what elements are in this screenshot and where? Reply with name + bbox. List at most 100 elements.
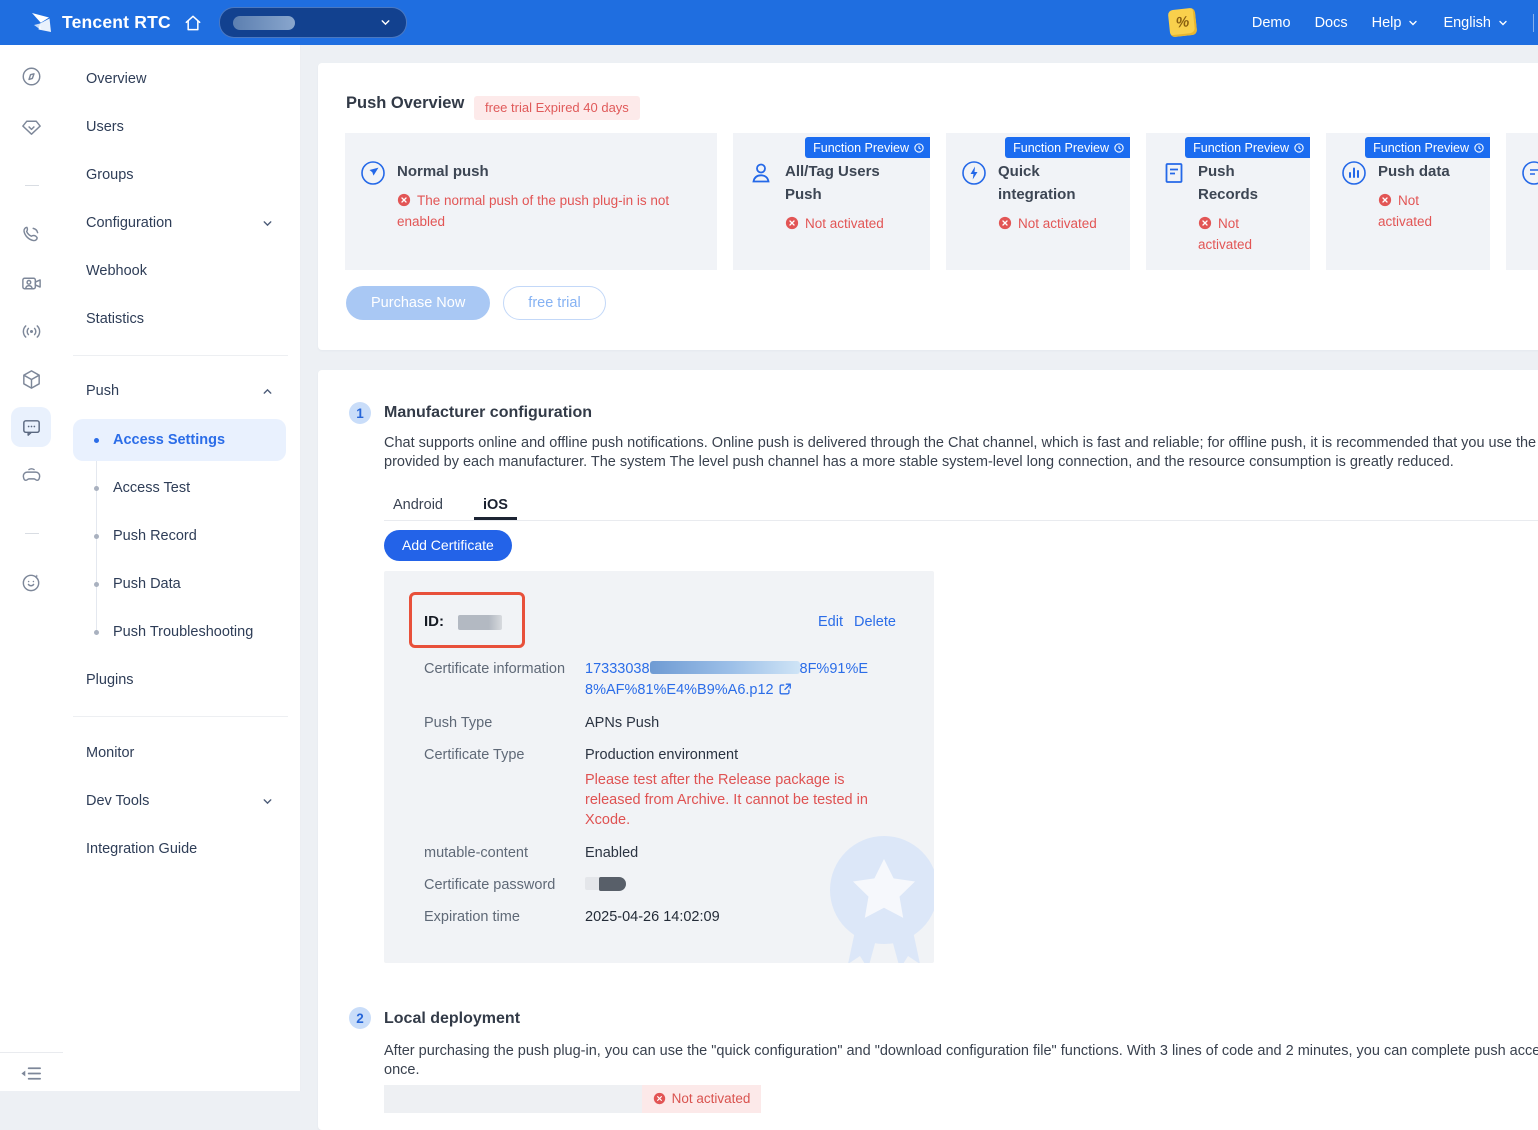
feature-card-title: Quick integration — [998, 160, 1116, 206]
step-2-description-line2: once. — [384, 1061, 419, 1080]
clock-icon — [1473, 142, 1485, 154]
brand-name: Tencent RTC — [62, 12, 171, 33]
step-2-description-line1: After purchasing the push plug-in, you c… — [384, 1042, 1538, 1061]
feature-card-title: Push data — [1378, 160, 1476, 183]
add-certificate-button[interactable]: Add Certificate — [384, 530, 512, 561]
feature-card-status: Not activated — [998, 213, 1116, 234]
rail-item-live[interactable] — [11, 311, 51, 351]
page-title: Push Overview — [346, 94, 464, 113]
user-icon — [748, 160, 774, 186]
paper-plane-icon — [360, 160, 386, 186]
mutable-content-value: Enabled — [585, 843, 638, 864]
certificate-type-warning: Please test after the Release package is… — [585, 770, 880, 830]
error-circle-icon — [998, 216, 1012, 230]
delete-link[interactable]: Delete — [854, 614, 896, 630]
rail-divider — [25, 533, 39, 534]
feature-card-push-data: Function Preview Push data Not activated — [1326, 133, 1490, 270]
lightning-icon — [961, 160, 987, 186]
rail-item-video[interactable] — [11, 263, 51, 303]
feature-card-status: Not activated — [1198, 213, 1296, 255]
rail-item-membership[interactable] — [11, 107, 51, 147]
home-icon[interactable] — [183, 13, 203, 33]
error-circle-icon — [1198, 216, 1212, 230]
bullet-icon — [94, 534, 99, 539]
rail-item-game[interactable] — [11, 455, 51, 495]
push-overview-card: Push Overview free trial Expired 40 days… — [318, 63, 1538, 350]
rail-item-sdk[interactable] — [11, 359, 51, 399]
local-deployment-partial-row: Not activated — [384, 1085, 761, 1113]
sidebar-item-access-test[interactable]: Access Test — [73, 467, 286, 509]
redacted-certificate-id — [458, 615, 502, 630]
sidebar-item-users[interactable]: Users — [63, 103, 300, 151]
nav-help[interactable]: Help — [1372, 15, 1420, 31]
chat-bubble-icon — [20, 416, 43, 439]
feature-card-quick-integration: Function Preview Quick integration Not a… — [946, 133, 1130, 270]
clock-icon — [913, 142, 925, 154]
rail-item-chat-active[interactable] — [11, 407, 51, 447]
sidebar-item-configuration[interactable]: Configuration — [63, 199, 300, 247]
sidebar-item-integration-guide[interactable]: Integration Guide — [63, 825, 300, 873]
tab-ios[interactable]: iOS — [483, 497, 508, 513]
broadcast-icon — [20, 320, 43, 343]
step-2-badge: 2 — [349, 1007, 371, 1029]
sidebar-item-groups[interactable]: Groups — [63, 151, 300, 199]
chevron-down-icon — [261, 795, 274, 808]
error-circle-icon — [397, 193, 411, 207]
expiration-time-label: Expiration time — [424, 907, 574, 927]
step-1-badge: 1 — [349, 402, 371, 424]
push-type-label: Push Type — [424, 713, 574, 733]
rail-divider — [25, 185, 39, 186]
sidebar-item-overview[interactable]: Overview — [63, 55, 300, 103]
sidebar-menu: Overview Users Groups Configuration Webh… — [63, 45, 301, 1091]
sidebar-item-monitor[interactable]: Monitor — [63, 729, 300, 777]
error-circle-icon — [1378, 193, 1392, 207]
sidebar-item-dev-tools[interactable]: Dev Tools — [63, 777, 300, 825]
certificate-medal-watermark-icon — [814, 833, 934, 963]
chevron-up-icon — [261, 385, 274, 398]
feature-card-title: Normal push — [397, 160, 703, 183]
rail-item-overview[interactable] — [11, 56, 51, 96]
purchase-now-button[interactable]: Purchase Now — [346, 286, 490, 320]
sidebar-item-webhook[interactable]: Webhook — [63, 247, 300, 295]
clock-icon — [1293, 142, 1305, 154]
collapse-sidebar-icon — [20, 1062, 43, 1085]
partial-row-cell — [384, 1085, 642, 1113]
sidebar-item-access-settings[interactable]: Access Settings — [73, 419, 286, 461]
sidebar-item-push-record[interactable]: Push Record — [73, 515, 286, 557]
rail-item-call[interactable] — [11, 214, 51, 254]
sidebar-item-push[interactable]: Push — [63, 367, 300, 415]
sdkappid-dropdown[interactable] — [219, 7, 407, 38]
nav-language[interactable]: English — [1443, 15, 1509, 31]
coupon-icon[interactable]: % — [1168, 8, 1198, 38]
bar-chart-icon — [1341, 160, 1367, 186]
certificate-password-value — [585, 875, 626, 896]
sidebar-item-push-data[interactable]: Push Data — [73, 563, 286, 605]
configuration-card: 1 Manufacturer configuration Chat suppor… — [318, 370, 1538, 1130]
cube-icon — [20, 368, 43, 391]
clock-icon — [1113, 142, 1125, 154]
error-circle-icon — [653, 1092, 666, 1105]
certificate-file-link[interactable]: 173330388F%91%E8%AF%81%E4%B9%A6.p12 — [585, 659, 880, 701]
diamond-icon — [20, 116, 43, 139]
trial-expired-badge: free trial Expired 40 days — [474, 96, 640, 120]
tab-android[interactable]: Android — [393, 497, 443, 513]
step-2-title: Local deployment — [384, 1010, 520, 1028]
sidebar-item-push-troubleshooting[interactable]: Push Troubleshooting — [73, 611, 286, 653]
feature-card-push-records: Function Preview Push Records Not activa… — [1146, 133, 1310, 270]
step-1-title: Manufacturer configuration — [384, 404, 592, 422]
nav-docs[interactable]: Docs — [1315, 15, 1348, 31]
nav-demo[interactable]: Demo — [1252, 15, 1291, 31]
free-trial-button[interactable]: free trial — [503, 286, 605, 320]
sidebar-collapse-button[interactable] — [11, 1053, 51, 1093]
compass-icon — [20, 65, 43, 88]
chevron-down-icon — [261, 217, 274, 230]
sidebar-item-statistics[interactable]: Statistics — [63, 295, 300, 343]
redacted-app-name — [233, 16, 295, 30]
edit-link[interactable]: Edit — [818, 614, 843, 630]
feature-card-partial — [1506, 133, 1538, 270]
sidebar-item-plugins[interactable]: Plugins — [63, 656, 300, 704]
certificate-type-value: Production environment — [585, 745, 738, 766]
chevron-down-icon — [379, 16, 392, 29]
rail-item-feedback[interactable] — [11, 562, 51, 602]
circle-icon — [1521, 160, 1538, 186]
